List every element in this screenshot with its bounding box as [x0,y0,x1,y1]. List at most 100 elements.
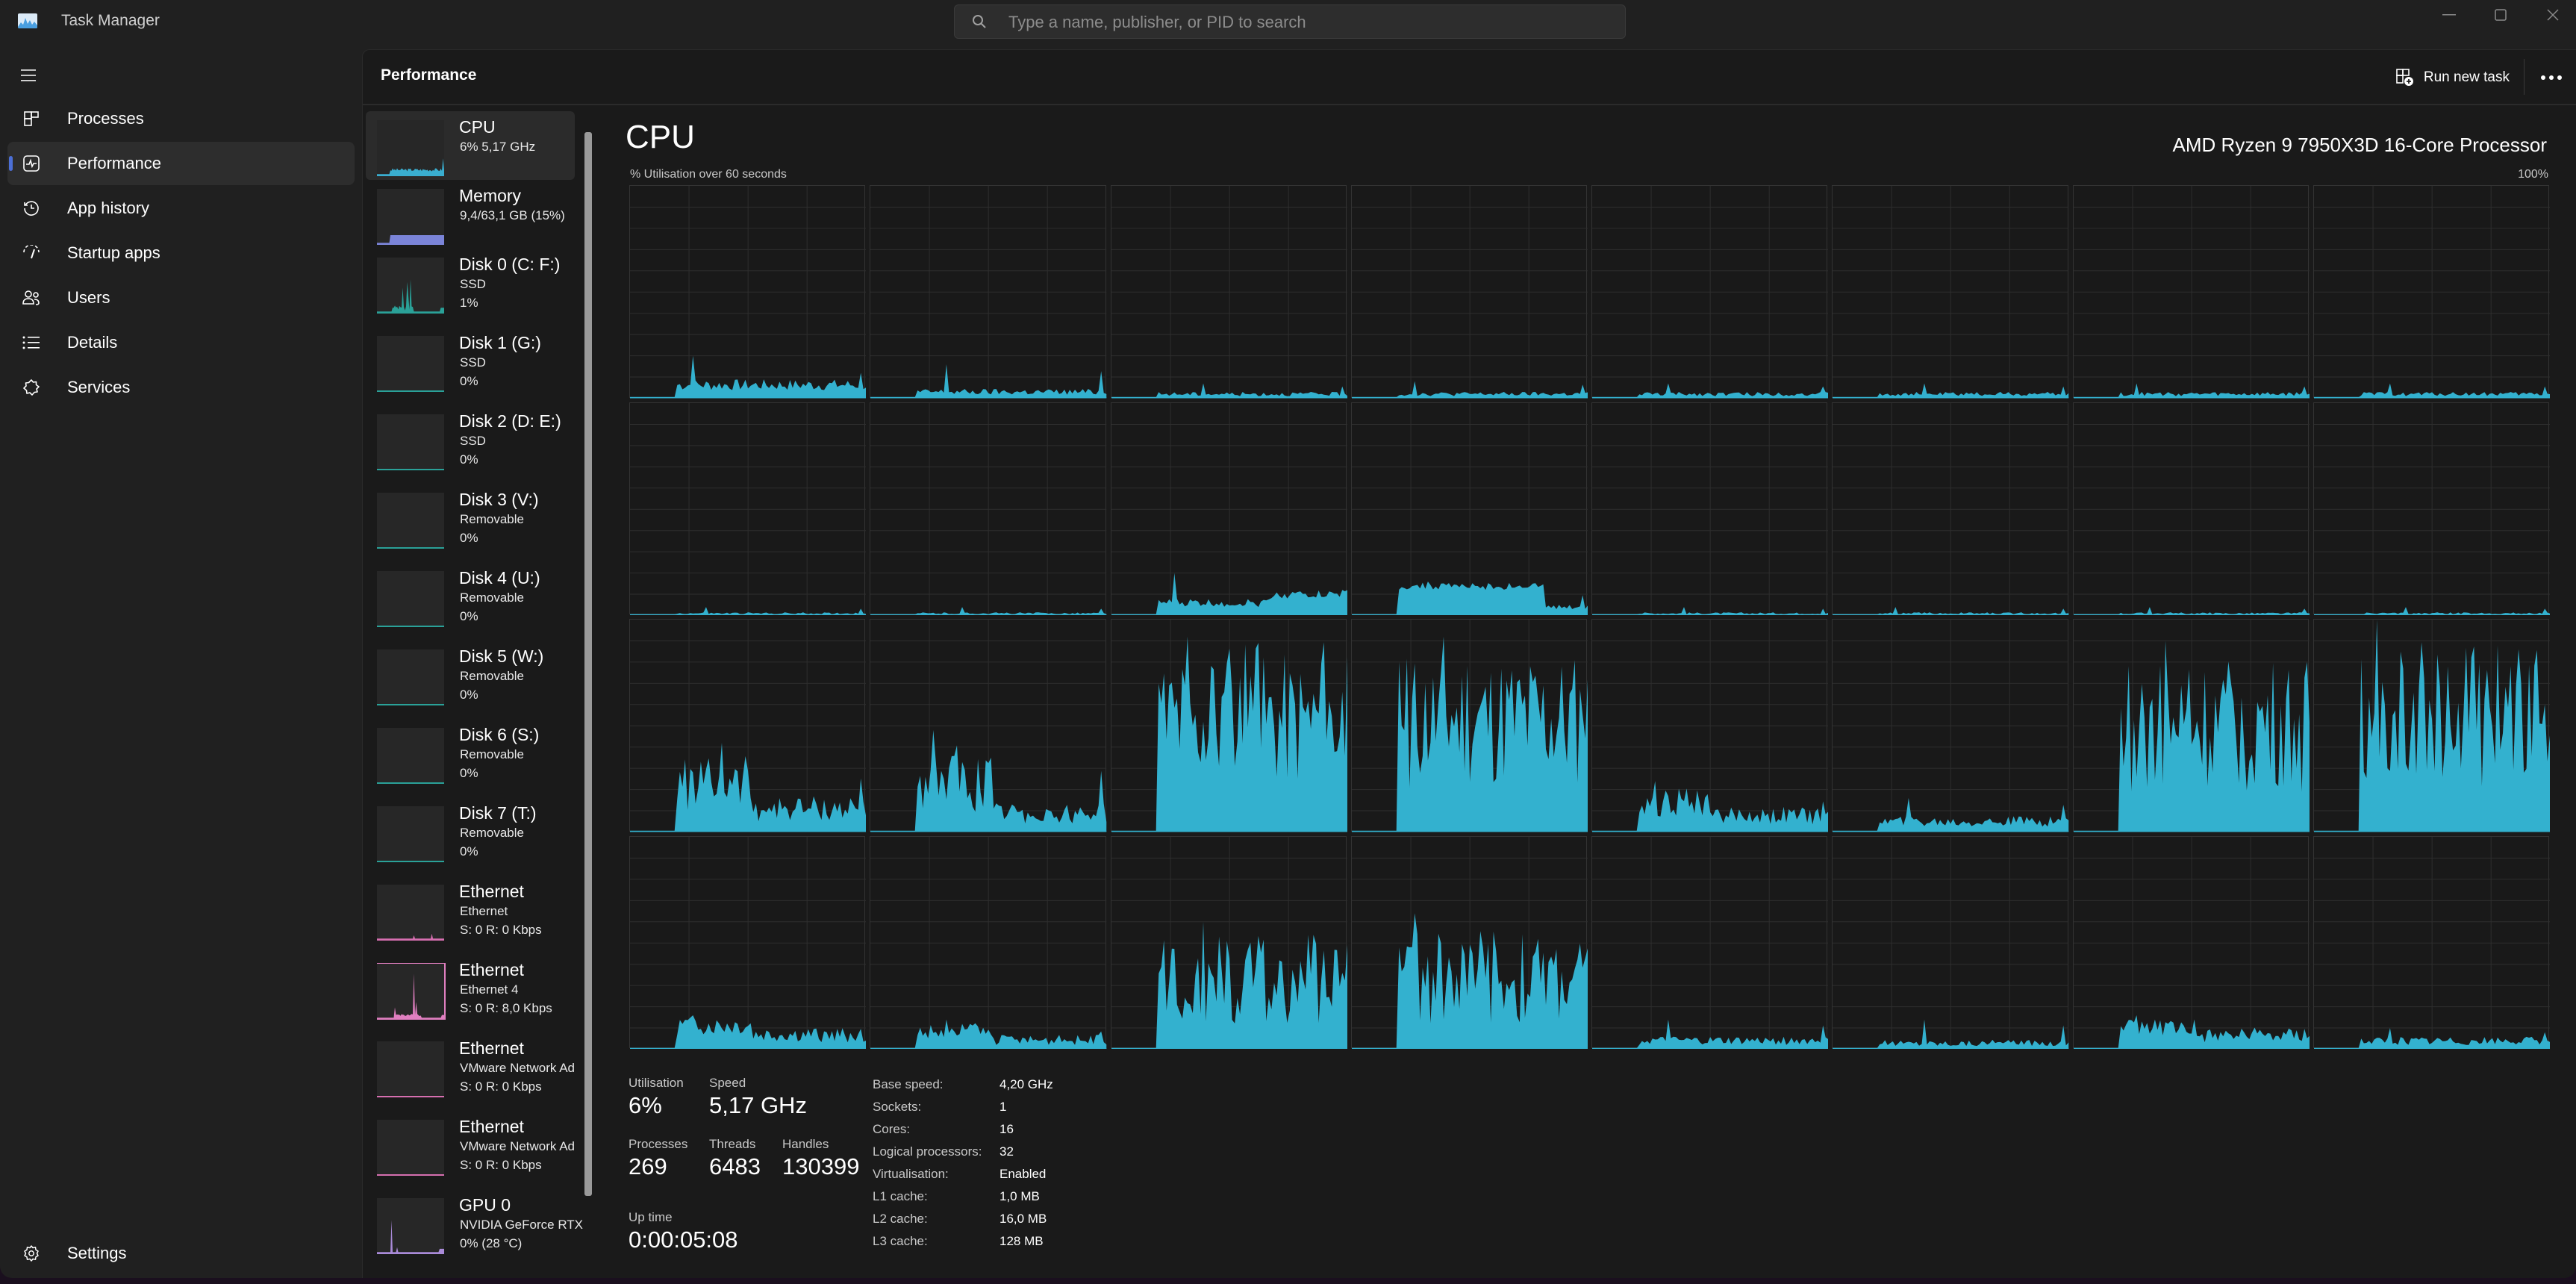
maximize-button[interactable] [2474,0,2527,30]
content-area: Performance Run new task CPU 6% 5,17 GHz M… [362,49,2576,1278]
handles-value: 130399 [782,1153,860,1179]
logical-processor-graph-22 [2072,619,2310,832]
spec-label: Base speed: [873,1077,944,1091]
nav-label: Settings [67,1244,127,1262]
device-detail: 6% 5,17 GHz [460,140,536,154]
nav-label: Services [67,378,131,396]
nav-item-users[interactable]: Users [7,276,355,320]
logical-processor-graph-4 [1591,185,1829,399]
cpu-model: AMD Ryzen 9 7950X3D 16-Core Processor [2172,134,2547,156]
nav-item-app-history[interactable]: App history [7,187,355,230]
spec-label: L2 cache: [873,1212,928,1226]
minimize-button[interactable] [2423,0,2475,30]
logical-processor-graph-28 [1591,835,1829,1049]
device-item-cpu[interactable]: CPU 6% 5,17 GHz [366,111,575,180]
close-button[interactable] [2527,0,2576,30]
processes-value: 269 [629,1153,667,1179]
device-name: Disk 4 (U:) [459,568,540,588]
task-manager-logo-icon [18,13,37,28]
device-item-disk-4-u[interactable]: Disk 4 (U:) Removable 0% [366,562,584,641]
logical-processor-graph-24 [629,835,867,1049]
spec-label: Cores: [873,1122,911,1136]
device-item-ethernet[interactable]: Ethernet VMware Network Ad S: 0 R: 0 Kbps [366,1032,584,1111]
device-thumbnail-graph [377,1120,444,1176]
uptime-value: 0:00:05:08 [629,1227,738,1253]
nav-item-processes[interactable]: Processes [7,97,355,140]
device-item-gpu-0[interactable]: GPU 0 NVIDIA GeForce RTX 0% (28 °C) [366,1189,584,1268]
device-detail: VMware Network Ad [460,1139,575,1153]
hamburger-menu-button[interactable] [19,67,39,84]
search-input[interactable] [1007,5,1607,40]
device-usage: 0% [460,766,478,780]
device-graph-area [377,235,444,243]
utilisation-value: 6% [629,1092,662,1118]
nav-item-services[interactable]: Services [7,366,355,409]
nav-item-startup-apps[interactable]: Startup apps [7,231,355,275]
device-name: GPU 0 [459,1195,511,1215]
spec-label: L1 cache: [873,1189,928,1203]
device-detail: SSD [460,355,486,370]
nav-item-performance[interactable]: Performance [7,142,355,185]
device-item-disk-6-s[interactable]: Disk 6 (S:) Removable 0% [366,719,584,797]
device-item-disk-7-t[interactable]: Disk 7 (T:) Removable 0% [366,797,584,876]
logical-processor-graph-0 [629,185,867,399]
device-item-ethernet[interactable]: Ethernet Ethernet S: 0 R: 0 Kbps [366,876,584,954]
device-item-disk-0-c-f[interactable]: Disk 0 (C: F:) SSD 1% [366,249,584,327]
logical-processor-graphs [629,185,2550,1049]
logical-processor-graph-21 [1832,619,2069,832]
device-name: Disk 1 (G:) [459,333,541,352]
device-detail: Ethernet [460,904,508,918]
nav-label: App history [67,199,150,217]
more-options-button[interactable] [2538,66,2565,89]
device-detail: Removable [460,826,524,840]
device-graph-area [377,279,444,312]
device-item-disk-5-w[interactable]: Disk 5 (W:) Removable 0% [366,641,584,719]
graph-caption: % Utilisation over 60 seconds [630,168,787,181]
nav-item-settings[interactable]: Settings [7,1232,355,1275]
device-usage: S: 0 R: 8,0 Kbps [460,1001,552,1015]
device-usage: S: 0 R: 0 Kbps [460,1079,542,1094]
device-graph-area [377,1220,444,1253]
nav-label: Startup apps [67,243,160,262]
logical-processor-graph-10 [1110,402,1347,615]
nav-item-details[interactable]: Details [7,321,355,364]
device-thumbnail-graph [377,1041,444,1097]
search-box[interactable] [954,4,1626,40]
device-name: Memory [459,186,522,205]
device-thumbnail-graph [377,414,444,470]
device-list-scrollbar[interactable] [584,132,592,1196]
device-item-disk-2-d-e[interactable]: Disk 2 (D: E:) SSD 0% [366,405,584,484]
nav-label: Performance [67,154,161,172]
device-item-disk-3-v[interactable]: Disk 3 (V:) Removable 0% [366,484,584,562]
device-thumbnail-graph [377,189,444,245]
nav-label: Processes [67,109,144,128]
title-bar: Task Manager [0,0,2576,49]
logical-processor-graph-5 [1832,185,2069,399]
device-item-ethernet[interactable]: Ethernet VMware Network Ad S: 0 R: 0 Kbps [366,1111,584,1189]
device-item-ethernet[interactable]: Ethernet Ethernet 4 S: 0 R: 8,0 Kbps [366,954,584,1032]
settings-gear-icon [21,1243,42,1264]
task-manager-window: Task Manager Processes [0,0,2576,1278]
device-item-disk-1-g[interactable]: Disk 1 (G:) SSD 0% [366,327,584,405]
nav-label: Users [67,288,110,307]
nav-label: Details [67,333,118,352]
logical-processor-graph-29 [1832,835,2069,1049]
device-thumbnail-graph [377,258,444,314]
run-new-task-button[interactable]: Run new task [2395,65,2510,90]
logical-processor-graph-19 [1350,619,1588,832]
search-icon [971,13,988,30]
logical-processor-graph-9 [870,402,1107,615]
device-item-memory[interactable]: Memory 9,4/63,1 GB (15%) [366,180,584,249]
device-thumbnail-graph [377,493,444,549]
utilisation-area [1111,636,1347,832]
device-name: Disk 6 (S:) [459,725,540,744]
app-title: Task Manager [61,12,160,29]
navigation-pane: Processes Performance App history Startu… [0,97,362,411]
logical-processor-graph-27 [1350,835,1588,1049]
spec-value: 1,0 MB [999,1189,1040,1203]
device-usage: 0% [460,374,478,388]
threads-value: 6483 [709,1153,761,1179]
logical-processor-graph-14 [2072,402,2310,615]
spec-value: 32 [999,1144,1014,1159]
cpu-stats: Utilisation 6% Speed 5,17 GHz Processes … [629,1076,1524,1277]
